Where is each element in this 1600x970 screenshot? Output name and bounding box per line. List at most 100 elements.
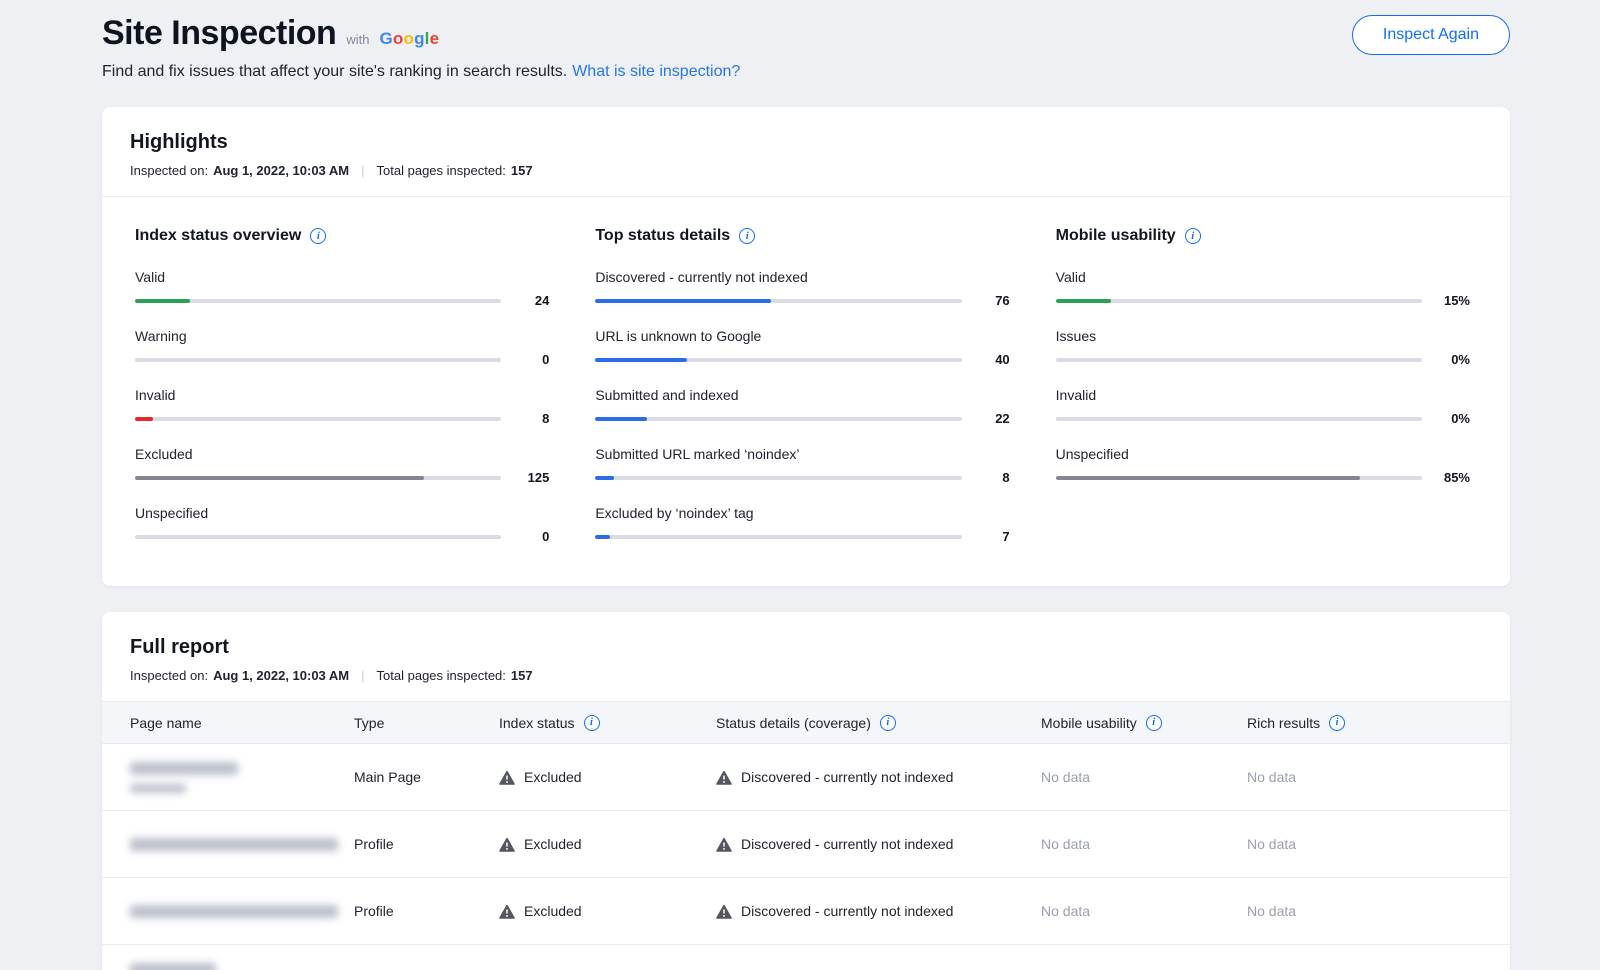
subtitle-text: Find and fix issues that affect your sit… xyxy=(102,63,567,80)
bar-fill xyxy=(595,417,646,421)
stat-row: Invalid 0% xyxy=(1056,387,1470,426)
inspected-on-value: Aug 1, 2022, 10:03 AM xyxy=(213,163,349,178)
bar-track xyxy=(1056,417,1422,421)
highlight-column-header: Top status detailsi xyxy=(595,227,1009,245)
highlights-meta: Inspected on: Aug 1, 2022, 10:03 AM | To… xyxy=(130,163,1482,178)
info-icon[interactable]: i xyxy=(1146,715,1162,731)
page-name-redacted-line xyxy=(130,905,338,918)
stat-value: 7 xyxy=(962,529,1010,544)
page-name-redacted-block xyxy=(102,838,354,851)
total-pages-label: Total pages inspected: xyxy=(377,668,506,683)
inspect-again-button[interactable]: Inspect Again xyxy=(1352,15,1510,55)
stat-bar: 7 xyxy=(595,529,1009,544)
stat-bar: 125 xyxy=(135,470,549,485)
status-label: Excluded xyxy=(524,903,582,919)
report-table-body: Main Page Excluded Discovered - currently … xyxy=(102,744,1510,970)
info-icon[interactable]: i xyxy=(584,715,600,731)
highlights-title: Highlights xyxy=(130,131,1482,154)
with-label: with xyxy=(346,32,369,47)
rich-results-cell: No data xyxy=(1247,945,1510,970)
type-cell: Main Page xyxy=(354,744,499,811)
google-letter: o xyxy=(403,29,414,48)
stat-label: Invalid xyxy=(1056,387,1470,403)
total-pages-value: 157 xyxy=(511,163,533,178)
stat-value: 85% xyxy=(1422,470,1470,485)
stat-bar: 76 xyxy=(595,293,1009,308)
bar-track xyxy=(595,476,961,480)
full-report-card-header: Full report Inspected on: Aug 1, 2022, 1… xyxy=(102,612,1510,701)
stat-label: Submitted URL marked ‘noindex’ xyxy=(595,446,1009,462)
info-icon[interactable]: i xyxy=(310,228,326,244)
no-data-label: No data xyxy=(1247,903,1296,919)
table-row: Product!Invalid!Submitted, marked ‘noind… xyxy=(102,945,1510,970)
page-name-redacted-line xyxy=(130,838,338,851)
info-icon[interactable]: i xyxy=(739,228,755,244)
no-data-label: No data xyxy=(1041,903,1090,919)
no-data-label: No data xyxy=(1041,769,1090,785)
highlight-column-title: Mobile usability xyxy=(1056,227,1176,245)
index-status-cell: Excluded xyxy=(499,744,716,811)
rich-results-cell: No data xyxy=(1247,744,1510,811)
mobile-usability-cell: No data xyxy=(1041,945,1247,970)
warning-icon xyxy=(499,904,515,919)
status-details-cell: Discovered - currently not indexed xyxy=(716,811,1041,878)
info-icon[interactable]: i xyxy=(880,715,896,731)
highlights-card-header: Highlights Inspected on: Aug 1, 2022, 10… xyxy=(102,107,1510,197)
total-pages-value: 157 xyxy=(511,668,533,683)
stat-bar: 0 xyxy=(135,352,549,367)
column-header-label: Type xyxy=(354,715,384,731)
highlight-column-1: Index status overviewiValid24Warning0Inv… xyxy=(135,227,549,544)
bar-track xyxy=(1056,299,1422,303)
no-data-label: No data xyxy=(1247,769,1296,785)
info-icon[interactable]: i xyxy=(1185,228,1201,244)
column-header-inner: Mobile usability i xyxy=(1041,715,1247,731)
stat-row: Submitted URL marked ‘noindex’8 xyxy=(595,446,1009,485)
bar-track xyxy=(595,299,961,303)
bar-fill xyxy=(595,358,687,362)
stat-value: 0% xyxy=(1422,352,1470,367)
index-status-cell: !Invalid xyxy=(499,945,716,970)
mobile-usability-cell: No data xyxy=(1041,878,1247,945)
stat-row: Unspecified85% xyxy=(1056,446,1470,485)
highlights-columns: Index status overviewiValid24Warning0Inv… xyxy=(102,197,1510,586)
stat-value: 40 xyxy=(962,352,1010,367)
status-label: Excluded xyxy=(524,769,582,785)
page-name-redacted-line xyxy=(130,784,186,793)
highlight-column-header: Index status overviewi xyxy=(135,227,549,245)
stat-bar: 8 xyxy=(135,411,549,426)
highlights-card: Highlights Inspected on: Aug 1, 2022, 10… xyxy=(102,107,1510,586)
stat-label: Excluded by ‘noindex’ tag xyxy=(595,505,1009,521)
status-label: Discovered - currently not indexed xyxy=(741,836,953,852)
stat-bar: 0% xyxy=(1056,352,1470,367)
column-header-rich-results: Rich resultsi xyxy=(1247,702,1510,744)
bar-track xyxy=(1056,476,1422,480)
index-status-cell-content: Excluded xyxy=(499,836,716,852)
status-details-cell: !Submitted, marked ‘noindex’ xyxy=(716,945,1041,970)
index-status-cell: Excluded xyxy=(499,878,716,945)
stat-row: Excluded125 xyxy=(135,446,549,485)
full-report-title: Full report xyxy=(130,636,1482,659)
stat-label: Warning xyxy=(135,328,549,344)
index-status-cell-content: Excluded xyxy=(499,903,716,919)
warning-icon xyxy=(499,837,515,852)
stat-row: Warning 0 xyxy=(135,328,549,367)
meta-separator: | xyxy=(361,668,364,683)
index-status-cell-content: Excluded xyxy=(499,769,716,785)
bar-fill xyxy=(595,535,610,539)
google-letter: o xyxy=(393,29,404,48)
warning-icon xyxy=(716,837,732,852)
status-details-cell-content: Discovered - currently not indexed xyxy=(716,769,1041,785)
column-header-label: Mobile usability xyxy=(1041,715,1137,731)
stat-label: Valid xyxy=(135,269,549,285)
info-icon[interactable]: i xyxy=(1329,715,1345,731)
google-letter: G xyxy=(379,29,392,48)
stat-bar: 22 xyxy=(595,411,1009,426)
status-details-cell-content: Discovered - currently not indexed xyxy=(716,903,1041,919)
stat-value: 15% xyxy=(1422,293,1470,308)
type-cell: Profile xyxy=(354,811,499,878)
what-is-site-inspection-link[interactable]: What is site inspection? xyxy=(572,63,740,80)
mobile-usability-cell: No data xyxy=(1041,744,1247,811)
highlight-column-2: Top status detailsiDiscovered - currentl… xyxy=(595,227,1009,544)
stat-value: 0% xyxy=(1422,411,1470,426)
column-header-inner: Rich resultsi xyxy=(1247,715,1510,731)
